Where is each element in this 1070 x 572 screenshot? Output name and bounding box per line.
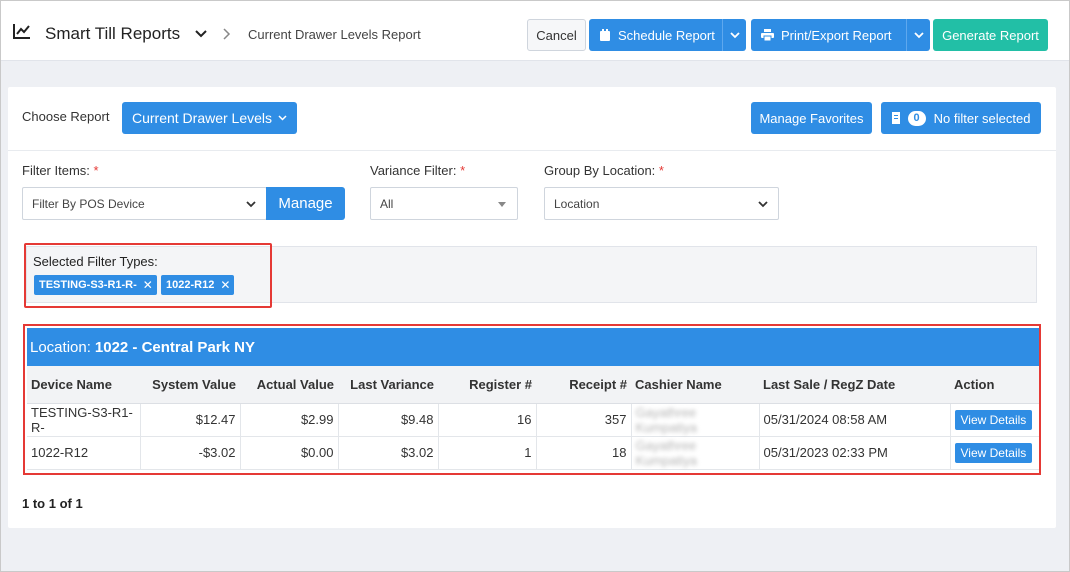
manage-button[interactable]: Manage xyxy=(266,187,345,220)
chart-line-icon xyxy=(13,24,30,39)
schedule-report-label: Schedule Report xyxy=(618,27,715,43)
drawer-levels-table: Device Name System Value Actual Value La… xyxy=(27,366,1039,470)
group-by-location-label: Group By Location: * xyxy=(544,163,664,178)
required-mark: * xyxy=(658,163,664,178)
chevron-down-icon xyxy=(913,31,924,38)
view-details-button[interactable]: View Details xyxy=(954,442,1033,463)
variance-filter-select[interactable]: All xyxy=(370,187,518,220)
register-cell: 1 xyxy=(438,436,537,470)
schedule-dropdown-toggle[interactable] xyxy=(722,19,746,51)
action-cell: View Details xyxy=(950,436,1039,470)
print-export-label: Print/Export Report xyxy=(781,27,892,43)
last-variance-cell: $3.02 xyxy=(338,436,439,470)
filter-status-button[interactable]: 0 No filter selected xyxy=(881,102,1041,134)
location-prefix: Location: xyxy=(30,338,91,356)
cancel-button[interactable]: Cancel xyxy=(527,19,586,51)
location-name: 1022 - Central Park NY xyxy=(94,338,255,356)
cashier-name-cell: Gayathree Kumpatiya xyxy=(631,436,760,470)
print-export-split-button: Print/Export Report xyxy=(751,19,930,51)
variance-filter-value: All xyxy=(380,196,394,211)
breadcrumb: Current Drawer Levels Report xyxy=(248,27,421,42)
location-header: Location: 1022 - Central Park NY xyxy=(27,328,1039,366)
variance-filter-label-text: Variance Filter: xyxy=(370,163,457,178)
filter-status-label: No filter selected xyxy=(933,110,1031,126)
table-header-row: Device Name System Value Actual Value La… xyxy=(27,366,1039,404)
actual-value-cell: $0.00 xyxy=(240,436,339,470)
column-header[interactable]: Cashier Name xyxy=(631,366,759,404)
group-by-location-select[interactable]: Location xyxy=(544,187,779,220)
report-panel: Choose Report Current Drawer Levels Mana… xyxy=(8,87,1056,528)
chevron-down-icon xyxy=(758,201,768,208)
close-icon[interactable]: ✕ xyxy=(220,278,230,292)
cashier-name-blurred: Gayathree Kumpatiya xyxy=(635,437,697,468)
generate-report-button[interactable]: Generate Report xyxy=(933,19,1048,51)
group-by-location-value: Location xyxy=(554,196,600,211)
column-header: Action xyxy=(950,366,1039,404)
receipt-cell: 357 xyxy=(536,403,632,437)
pagination-summary: 1 to 1 of 1 xyxy=(22,496,83,511)
device-name-cell: TESTING-S3-R1-R- xyxy=(27,403,141,437)
system-value-cell: -$3.02 xyxy=(140,436,241,470)
calendar-icon xyxy=(600,28,610,41)
last-sale-date-cell: 05/31/2023 02:33 PM xyxy=(759,436,951,470)
filter-chip: TESTING-S3-R1-R- ✕ xyxy=(34,275,157,295)
system-value-cell: $12.47 xyxy=(140,403,241,437)
print-dropdown-toggle[interactable] xyxy=(906,19,930,51)
group-by-location-label-text: Group By Location: xyxy=(544,163,656,178)
cashier-name-blurred: Gayathree Kumpatiya xyxy=(635,404,697,435)
table-row: TESTING-S3-R1-R- $12.47 $2.99 $9.48 16 3… xyxy=(27,403,1039,437)
column-header[interactable]: Device Name xyxy=(27,366,140,404)
close-icon[interactable]: ✕ xyxy=(143,278,153,292)
filter-items-label: Filter Items: * xyxy=(22,163,99,178)
filter-count-badge: 0 xyxy=(907,110,926,126)
filter-items-select[interactable]: Filter By POS Device xyxy=(22,187,267,220)
column-header[interactable]: Register # xyxy=(438,366,536,404)
chevron-down-icon xyxy=(729,31,740,38)
printer-icon xyxy=(761,29,774,41)
report-dropdown-value: Current Drawer Levels xyxy=(131,110,273,126)
last-variance-cell: $9.48 xyxy=(338,403,439,437)
column-header[interactable]: Last Variance xyxy=(338,366,438,404)
chevron-down-icon xyxy=(246,201,256,208)
filter-items-value: Filter By POS Device xyxy=(32,196,145,211)
app-frame: Smart Till Reports Current Drawer Levels… xyxy=(0,0,1070,572)
print-export-button[interactable]: Print/Export Report xyxy=(751,19,906,51)
selected-filter-types-label: Selected Filter Types: xyxy=(33,254,158,269)
chevron-down-icon[interactable] xyxy=(194,28,208,40)
action-cell: View Details xyxy=(950,403,1039,437)
app-title: Smart Till Reports xyxy=(45,24,181,43)
filter-chip: 1022-R12 ✕ xyxy=(161,275,235,295)
filter-chip-label: TESTING-S3-R1-R- xyxy=(39,279,137,291)
device-name-cell: 1022-R12 xyxy=(27,436,141,470)
variance-filter-label: Variance Filter: * xyxy=(370,163,465,178)
receipt-cell: 18 xyxy=(536,436,632,470)
required-mark: * xyxy=(93,163,99,178)
chevron-right-icon xyxy=(223,28,231,40)
view-details-button[interactable]: View Details xyxy=(954,409,1033,430)
caret-down-icon xyxy=(498,202,506,207)
column-header[interactable]: System Value xyxy=(140,366,240,404)
filter-items-label-text: Filter Items: xyxy=(22,163,90,178)
table-row: 1022-R12 -$3.02 $0.00 $3.02 1 18 Gayathr… xyxy=(27,436,1039,470)
required-mark: * xyxy=(460,163,466,178)
report-dropdown[interactable]: Current Drawer Levels xyxy=(122,102,297,134)
schedule-report-button[interactable]: Schedule Report xyxy=(589,19,722,51)
document-icon xyxy=(891,112,900,124)
divider xyxy=(8,150,1056,151)
schedule-report-split-button: Schedule Report xyxy=(589,19,746,51)
top-bar: Smart Till Reports Current Drawer Levels… xyxy=(1,1,1069,61)
choose-report-label: Choose Report xyxy=(22,109,110,124)
column-header[interactable]: Actual Value xyxy=(240,366,338,404)
column-header[interactable]: Receipt # xyxy=(536,366,631,404)
filter-chip-label: 1022-R12 xyxy=(166,279,215,291)
last-sale-date-cell: 05/31/2024 08:58 AM xyxy=(759,403,951,437)
location-report-section: Location: 1022 - Central Park NY Device … xyxy=(23,324,1041,475)
chevron-down-icon xyxy=(278,115,287,121)
register-cell: 16 xyxy=(438,403,537,437)
manage-favorites-button[interactable]: Manage Favorites xyxy=(751,102,872,134)
column-header[interactable]: Last Sale / RegZ Date xyxy=(759,366,950,404)
actual-value-cell: $2.99 xyxy=(240,403,339,437)
cashier-name-cell: Gayathree Kumpatiya xyxy=(631,403,760,437)
